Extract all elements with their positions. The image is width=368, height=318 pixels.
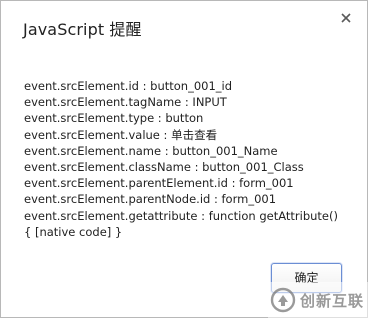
dialog-title: JavaScript 提醒 [23, 20, 142, 39]
ok-button[interactable]: 确定 [271, 263, 342, 293]
message-line-src-id: event.srcElement.id : button_001_id [24, 79, 233, 93]
message-line-name: event.srcElement.name : button_001_Name [24, 143, 278, 158]
alert-message: event.srcElement.id : button_001_id even… [24, 78, 354, 240]
message-line-classname: event.srcElement.className : button_001_… [24, 160, 304, 175]
message-line-parent-element: event.srcElement.parentElement.id : form… [24, 176, 294, 191]
message-line-getattribute: event.srcElement.getattribute : function… [24, 208, 338, 223]
message-line-parent-node: event.srcElement.parentNode.id : form_00… [24, 192, 277, 207]
message-line-value: event.srcElement.value : 单击查看 [24, 127, 218, 142]
close-button[interactable] [339, 11, 353, 25]
javascript-alert-dialog: JavaScript 提醒 event.srcElement.id : butt… [0, 0, 368, 318]
message-line-type: event.srcElement.type : button [24, 111, 204, 126]
message-line-native-code: { [native code] } [24, 224, 123, 239]
close-icon [341, 13, 351, 23]
message-line-tagname: event.srcElement.tagName : INPUT [24, 95, 227, 110]
